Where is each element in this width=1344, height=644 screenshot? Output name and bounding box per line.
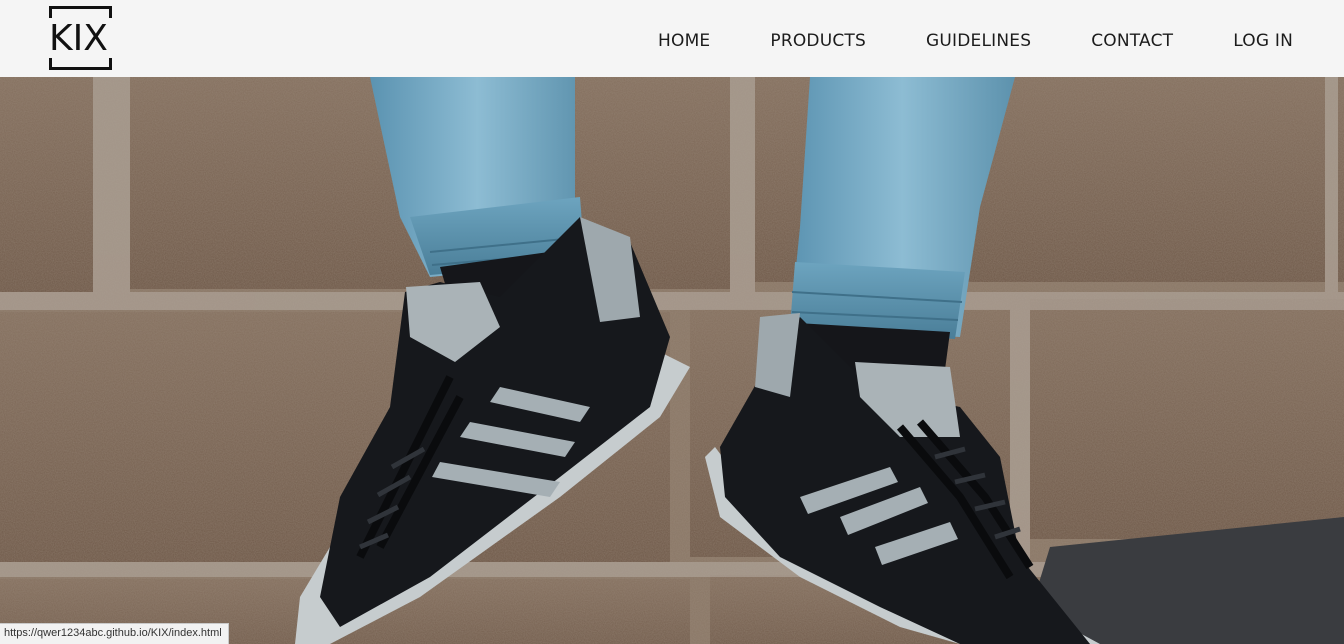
nav-guidelines[interactable]: GUIDELINES: [926, 30, 1031, 52]
hero-banner: [0, 77, 1344, 644]
nav-contact[interactable]: CONTACT: [1091, 30, 1173, 52]
nav-login[interactable]: LOG IN: [1233, 30, 1293, 52]
sneakers-photo: [0, 77, 1344, 644]
main-nav: HOME PRODUCTS GUIDELINES CONTACT LOG IN: [658, 30, 1293, 52]
logo-frame-bottom: [49, 58, 112, 70]
logo-frame-top: [49, 6, 112, 18]
site-header: KIX HOME PRODUCTS GUIDELINES CONTACT LOG…: [0, 0, 1344, 77]
nav-products[interactable]: PRODUCTS: [770, 30, 866, 52]
kix-logo[interactable]: KIX: [49, 6, 115, 72]
page: KIX HOME PRODUCTS GUIDELINES CONTACT LOG…: [0, 0, 1344, 644]
logo-text: KIX: [49, 18, 108, 59]
browser-status-url: https://qwer1234abc.github.io/KIX/index.…: [0, 623, 229, 644]
nav-home[interactable]: HOME: [658, 30, 710, 52]
